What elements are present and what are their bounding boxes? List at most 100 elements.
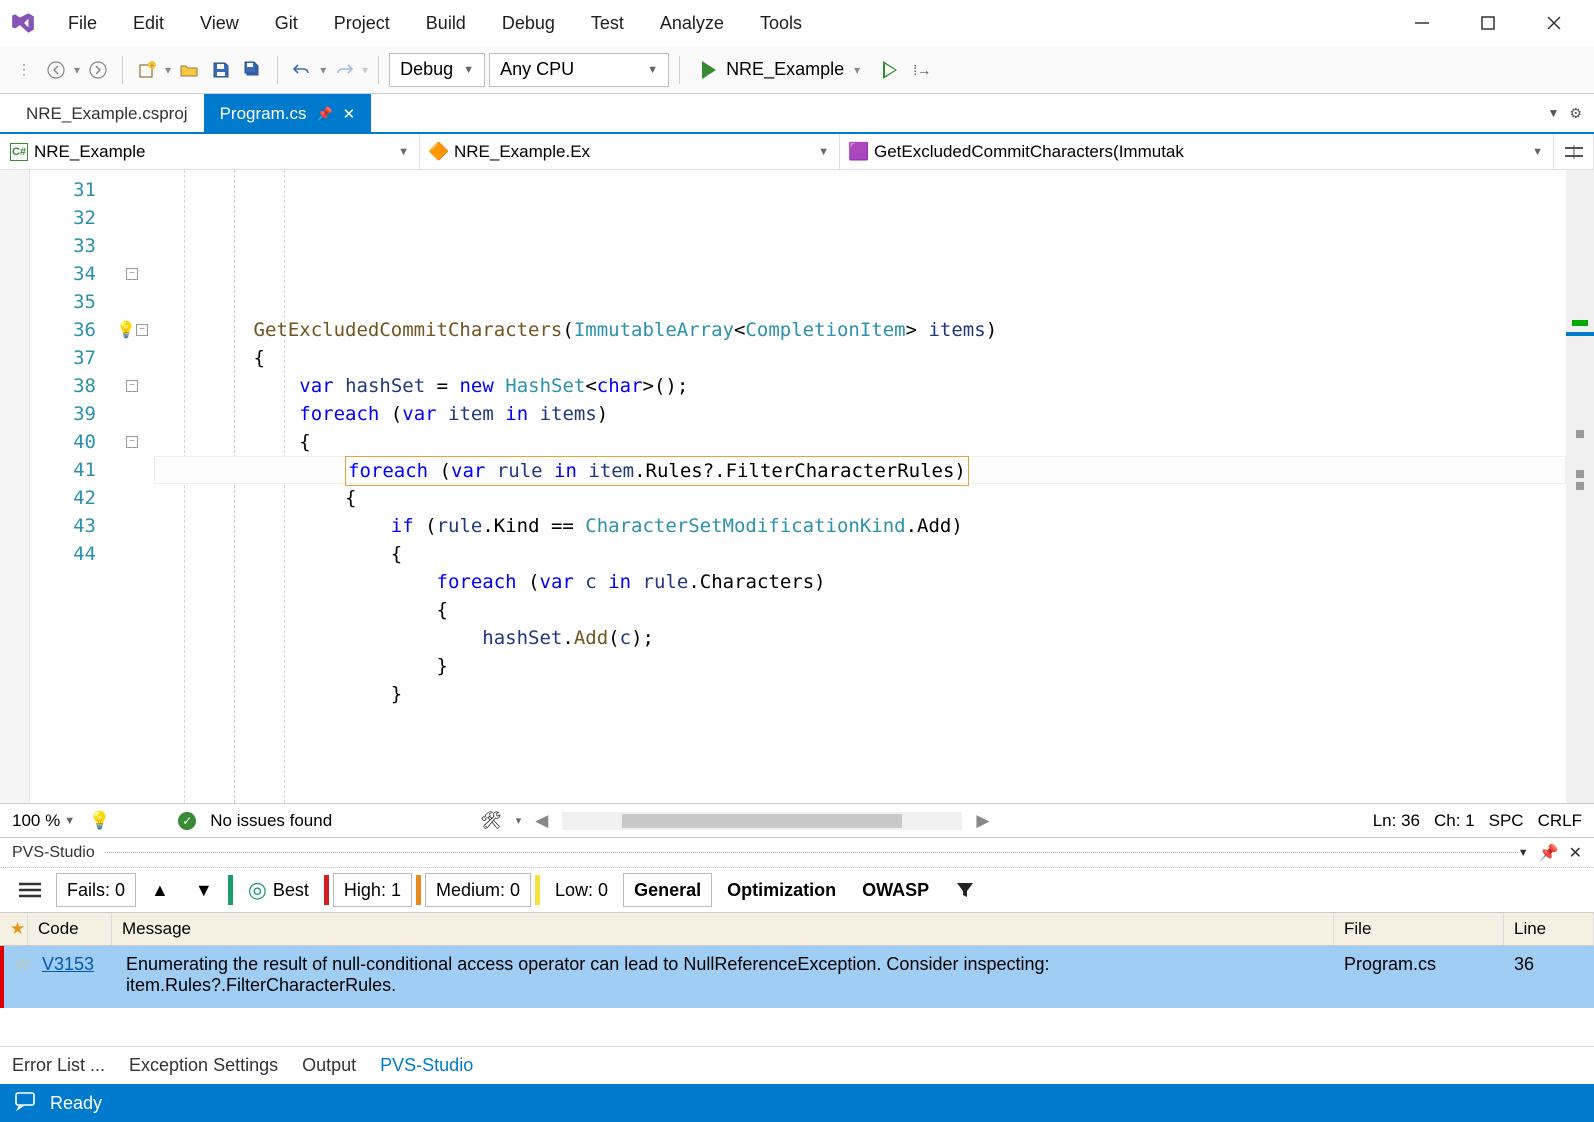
- horizontal-scrollbar[interactable]: [562, 812, 962, 830]
- window-controls: [1408, 9, 1586, 37]
- lightbulb-icon[interactable]: 💡: [116, 320, 136, 340]
- main-menu: FileEditViewGitProjectBuildDebugTestAnal…: [50, 5, 820, 42]
- doctab-program[interactable]: Program.cs 📌 ✕: [204, 94, 372, 132]
- code-column-header[interactable]: Code: [28, 913, 112, 945]
- minimize-button[interactable]: [1408, 9, 1436, 37]
- start-without-debug-button[interactable]: [876, 56, 904, 84]
- filter-icon[interactable]: [944, 873, 986, 907]
- fold-toggle[interactable]: −: [110, 372, 154, 400]
- scroll-left-icon[interactable]: ◀: [535, 811, 548, 831]
- menu-git[interactable]: Git: [257, 5, 316, 42]
- indent-indicator[interactable]: SPC: [1489, 811, 1524, 831]
- ok-icon: ✓: [178, 812, 196, 830]
- fold-toggle[interactable]: −: [110, 260, 154, 288]
- save-all-button[interactable]: [239, 56, 267, 84]
- screwdriver-icon[interactable]: 🛠: [480, 811, 502, 831]
- nav-project-dropdown[interactable]: C# NRE_Example ▼: [0, 134, 420, 169]
- menu-tools[interactable]: Tools: [742, 5, 820, 42]
- feedback-icon[interactable]: [14, 1091, 36, 1116]
- close-tab-icon[interactable]: ✕: [343, 105, 356, 123]
- line-column-header[interactable]: Line: [1504, 913, 1594, 945]
- fold-toggle[interactable]: 💡−: [110, 316, 154, 344]
- fold-gutter[interactable]: − 💡− − −: [110, 170, 154, 803]
- undo-button[interactable]: [288, 56, 316, 84]
- pvs-grid-header[interactable]: ★ Code Message File Line: [0, 912, 1594, 946]
- eol-indicator[interactable]: CRLF: [1538, 811, 1582, 831]
- menu-file[interactable]: File: [50, 5, 115, 42]
- split-view-button[interactable]: [1554, 134, 1594, 169]
- menu-view[interactable]: View: [182, 5, 257, 42]
- message-column-header[interactable]: Message: [112, 913, 1334, 945]
- close-icon[interactable]: ✕: [1569, 843, 1582, 863]
- chevron-down-icon[interactable]: ▼: [1548, 106, 1560, 120]
- menu-debug[interactable]: Debug: [484, 5, 573, 42]
- nav-back-dropdown-icon[interactable]: ⋮: [10, 56, 38, 84]
- zoom-dropdown[interactable]: 100 % ▼: [12, 811, 75, 831]
- chevron-down-icon[interactable]: ▼: [1518, 847, 1529, 859]
- nav-member-dropdown[interactable]: 🟪 GetExcludedCommitCharacters(Immutak ▼: [840, 134, 1554, 169]
- bottom-tab[interactable]: Error List ...: [12, 1055, 105, 1076]
- nav-project-value: NRE_Example: [34, 142, 146, 162]
- warning-code-link[interactable]: V3153: [42, 954, 94, 974]
- menu-analyze[interactable]: Analyze: [642, 5, 742, 42]
- menu-build[interactable]: Build: [408, 5, 484, 42]
- gear-icon[interactable]: ⚙: [1569, 105, 1582, 122]
- vs-logo-icon: [8, 8, 38, 38]
- save-button[interactable]: [207, 56, 235, 84]
- col-indicator[interactable]: Ch: 1: [1434, 811, 1475, 831]
- pvs-warning-row[interactable]: ☆ V3153 Enumerating the result of null-c…: [0, 946, 1594, 1008]
- medium-filter[interactable]: Medium: 0: [425, 873, 531, 907]
- sort-up-button[interactable]: ▲: [140, 873, 180, 907]
- main-toolbar: ⋮ ▾ + ▾ ▾ ▾ Debug▼ Any CPU▼ NRE_Example▾…: [0, 46, 1594, 94]
- menu-test[interactable]: Test: [573, 5, 642, 42]
- lightbulb-icon[interactable]: 💡: [89, 811, 110, 831]
- new-item-button[interactable]: +: [133, 56, 161, 84]
- solution-config-dropdown[interactable]: Debug▼: [389, 53, 485, 87]
- file-column-header[interactable]: File: [1334, 913, 1504, 945]
- bottom-tab[interactable]: PVS-Studio: [380, 1055, 473, 1076]
- fails-button[interactable]: Fails: 0: [56, 873, 136, 907]
- pvs-panel-title-bar[interactable]: PVS-Studio ▼ 📌 ✕: [0, 838, 1594, 868]
- close-button[interactable]: [1540, 9, 1568, 37]
- step-over-icon[interactable]: ⁞→: [908, 56, 936, 84]
- nav-back-button[interactable]: [42, 56, 70, 84]
- pin-icon[interactable]: 📌: [316, 106, 332, 122]
- nav-class-value: NRE_Example.Ex: [454, 142, 590, 162]
- star-cell[interactable]: ☆: [4, 946, 32, 1008]
- fold-toggle[interactable]: −: [110, 428, 154, 456]
- star-column-header[interactable]: ★: [0, 913, 28, 945]
- nav-class-dropdown[interactable]: 🔶 NRE_Example.Ex ▼: [420, 134, 840, 169]
- menu-edit[interactable]: Edit: [115, 5, 182, 42]
- bottom-tab[interactable]: Output: [302, 1055, 356, 1076]
- bottom-tabs: Error List ... Exception Settings Output PV…: [0, 1046, 1594, 1084]
- line-cell: 36: [1504, 946, 1594, 1008]
- nav-forward-button[interactable]: [84, 56, 112, 84]
- nav-member-value: GetExcludedCommitCharacters(Immutak: [874, 142, 1184, 162]
- bottom-tab[interactable]: Exception Settings: [129, 1055, 278, 1076]
- hamburger-menu-button[interactable]: [8, 873, 52, 907]
- open-button[interactable]: [175, 56, 203, 84]
- scroll-right-icon[interactable]: ▶: [976, 811, 989, 831]
- code-area[interactable]: GetExcludedCommitCharacters(ImmutableArr…: [154, 170, 1566, 803]
- menu-project[interactable]: Project: [316, 5, 408, 42]
- owasp-tab[interactable]: OWASP: [851, 873, 940, 907]
- best-filter[interactable]: ◎Best: [237, 873, 320, 907]
- redo-button[interactable]: [330, 56, 358, 84]
- startup-project-label: NRE_Example: [726, 59, 844, 80]
- maximize-button[interactable]: [1474, 9, 1502, 37]
- pin-icon[interactable]: 📌: [1539, 843, 1559, 863]
- general-tab[interactable]: General: [623, 873, 712, 907]
- sort-down-button[interactable]: ▼: [184, 873, 224, 907]
- line-indicator[interactable]: Ln: 36: [1373, 811, 1420, 831]
- low-filter[interactable]: Low: 0: [544, 873, 619, 907]
- solution-platform-dropdown[interactable]: Any CPU▼: [489, 53, 669, 87]
- start-debug-button[interactable]: NRE_Example▾: [690, 53, 872, 87]
- overview-ruler[interactable]: [1566, 170, 1594, 803]
- doctab-csproj[interactable]: NRE_Example.csproj: [10, 94, 204, 132]
- csharp-icon: C#: [10, 143, 28, 161]
- code-editor[interactable]: 3132333435363738394041424344 −💡−−− GetEx…: [0, 170, 1594, 803]
- issues-label: No issues found: [210, 811, 332, 831]
- optimization-tab[interactable]: Optimization: [716, 873, 847, 907]
- code-cell[interactable]: V3153: [32, 946, 116, 1008]
- high-filter[interactable]: High: 1: [333, 873, 412, 907]
